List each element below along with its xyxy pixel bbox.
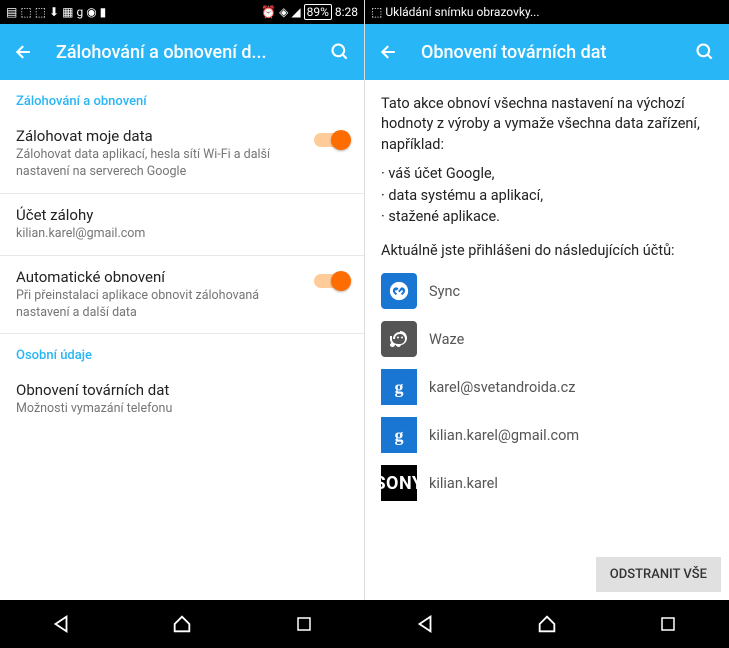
status-bar: ⬚ Ukládání snímku obrazovky... [365, 0, 729, 24]
setting-backup-account[interactable]: Účet zálohy kilian.karel@gmail.com [0, 194, 364, 255]
app-bar: Zálohování a obnovení d... [0, 24, 364, 80]
status-icons-right: ⏰ ◈ ◢ 89% 8:28 [261, 4, 358, 20]
account-row: g kilian.karel@gmail.com [365, 411, 729, 459]
setting-desc: kilian.karel@gmail.com [16, 226, 348, 243]
reset-content: Tato akce obnoví všechna nastavení na vý… [365, 80, 729, 600]
clock: 8:28 [335, 5, 358, 19]
search-button[interactable] [693, 40, 717, 64]
bullet-google: · váš účet Google, [365, 163, 729, 185]
sony-icon: SONY [381, 465, 417, 501]
shazam-icon [381, 273, 417, 309]
signal-icon: ◢ [291, 5, 300, 19]
status-bar: ▤⬚⬚⬇▦g◉▮ ⏰ ◈ ◢ 89% 8:28 [0, 0, 364, 24]
nav-back[interactable] [413, 612, 437, 636]
status-saving: Ukládání snímku obrazovky... [385, 5, 539, 19]
backup-toggle[interactable] [314, 133, 348, 147]
alarm-icon: ⏰ [261, 5, 276, 19]
status-icons-left: ▤⬚⬚⬇▦g◉▮ [6, 5, 106, 19]
setting-auto-restore[interactable]: Automatické obnovení Při přeinstalaci ap… [0, 256, 364, 334]
autorestore-toggle[interactable] [314, 274, 348, 288]
app-bar: Obnovení továrních dat [365, 24, 729, 80]
wifi-icon: ◈ [279, 5, 288, 19]
setting-title: Automatické obnovení [16, 268, 306, 286]
nav-home[interactable] [535, 612, 559, 636]
reset-description: Tato akce obnoví všechna nastavení na vý… [365, 80, 729, 163]
nav-home[interactable] [170, 612, 194, 636]
category-backup: Zálohování a obnovení [0, 80, 364, 115]
back-button[interactable] [12, 40, 36, 64]
account-row: Sync [365, 267, 729, 315]
screen-backup-reset: ▤⬚⬚⬇▦g◉▮ ⏰ ◈ ◢ 89% 8:28 Zálohování a obn… [0, 0, 364, 600]
google-icon: g [381, 417, 417, 453]
account-label: kilian.karel [429, 475, 498, 492]
google-icon: g [381, 369, 417, 405]
erase-all-button[interactable]: ODSTRANIT VŠE [596, 557, 721, 592]
search-button[interactable] [328, 40, 352, 64]
setting-desc: Zálohovat data aplikací, hesla sítí Wi-F… [16, 147, 306, 181]
category-personal: Osobní údaje [0, 334, 364, 369]
account-row: Waze [365, 315, 729, 363]
nav-recent[interactable] [292, 612, 316, 636]
accounts-heading: Aktuálně jste přihlášeni do následujícíc… [365, 228, 729, 267]
page-title: Zálohování a obnovení d... [56, 42, 328, 63]
setting-factory-reset[interactable]: Obnovení továrních dat Možnosti vymazání… [0, 369, 364, 430]
image-icon: ⬚ [371, 5, 382, 19]
settings-list: Zálohování a obnovení Zálohovat moje dat… [0, 80, 364, 600]
nav-back[interactable] [49, 612, 73, 636]
bullet-system: · data systému a aplikací, [365, 185, 729, 207]
back-button[interactable] [377, 40, 401, 64]
account-label: Waze [429, 331, 464, 348]
screen-factory-reset: ⬚ Ukládání snímku obrazovky... Obnovení … [364, 0, 729, 600]
battery-indicator: 89% [304, 4, 332, 20]
setting-title: Obnovení továrních dat [16, 381, 348, 399]
waze-icon [381, 321, 417, 357]
setting-desc: Možnosti vymazání telefonu [16, 401, 348, 418]
page-title: Obnovení továrních dat [421, 42, 693, 63]
account-label: kilian.karel@gmail.com [429, 427, 579, 444]
setting-title: Zálohovat moje data [16, 127, 306, 145]
account-label: karel@svetandroida.cz [429, 379, 575, 396]
account-label: Sync [429, 283, 460, 300]
setting-desc: Při přeinstalaci aplikace obnovit záloho… [16, 288, 306, 322]
nav-recent[interactable] [656, 612, 680, 636]
setting-backup-data[interactable]: Zálohovat moje data Zálohovat data aplik… [0, 115, 364, 193]
status-icons-left: ⬚ Ukládání snímku obrazovky... [371, 5, 540, 19]
navigation-bar [0, 600, 729, 648]
setting-title: Účet zálohy [16, 206, 348, 224]
account-row: g karel@svetandroida.cz [365, 363, 729, 411]
account-row: SONY kilian.karel [365, 459, 729, 507]
bullet-apps: · stažené aplikace. [365, 206, 729, 228]
